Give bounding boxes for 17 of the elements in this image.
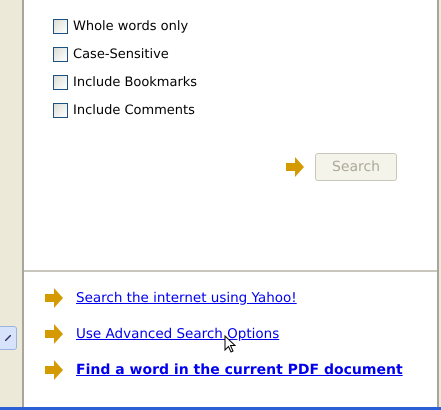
checkbox[interactable] [53, 46, 68, 62]
checkbox-label: Include Comments [73, 102, 195, 118]
checkbox-label: Include Bookmarks [73, 74, 198, 90]
arrow-icon [286, 157, 304, 177]
side-tab[interactable] [0, 326, 17, 350]
checkbox[interactable] [53, 18, 68, 34]
arrow-icon [45, 360, 63, 380]
pencil-icon [5, 335, 11, 341]
arrow-icon [45, 324, 63, 344]
checkbox-label: Whole words only [73, 18, 188, 34]
arrow-icon [45, 288, 63, 308]
checkbox-label: Case-Sensitive [73, 46, 169, 62]
link[interactable]: Use Advanced Search Options [76, 326, 280, 342]
checkbox[interactable] [53, 102, 68, 118]
link[interactable]: Search the internet using Yahoo! [76, 290, 297, 306]
checkbox[interactable] [53, 74, 68, 90]
link[interactable]: Find a word in the current PDF document [76, 362, 403, 378]
